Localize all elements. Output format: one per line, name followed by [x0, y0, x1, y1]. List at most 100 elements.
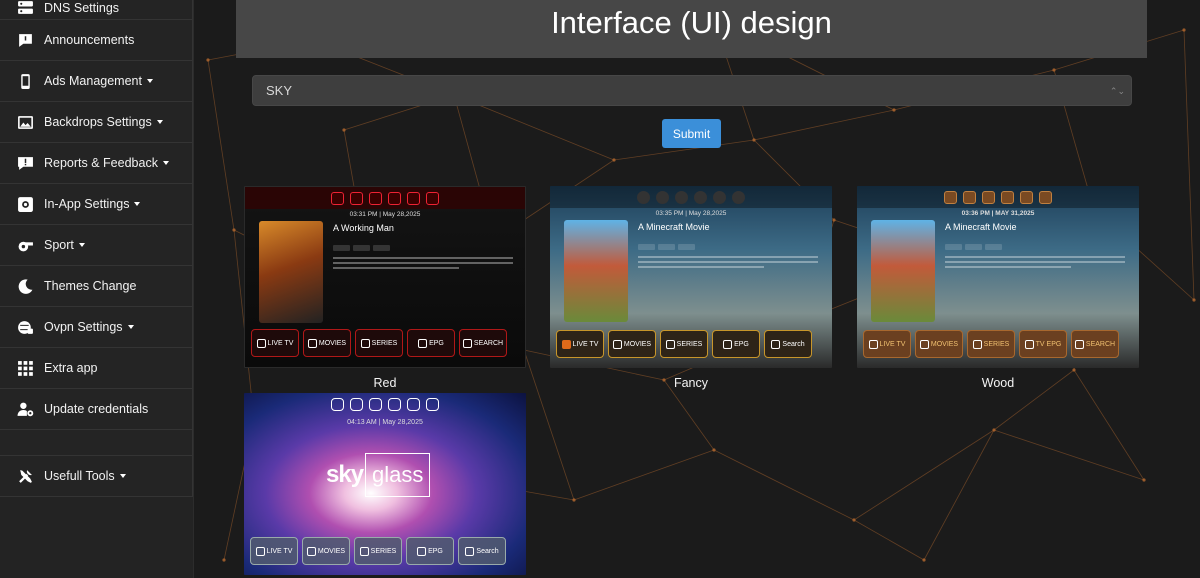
preview-top-icons: [857, 186, 1139, 208]
sidebar-item-label: Update credentials: [44, 402, 149, 416]
theme-label: Wood: [981, 376, 1015, 390]
theme-card-wood[interactable]: 03:36 PM | MAY 31,2025 A Minecraft Movie…: [857, 186, 1139, 390]
sidebar-item-label: In-App Settings: [44, 197, 130, 211]
sidebar-item-announcements[interactable]: Announcements: [0, 20, 193, 61]
app-settings-icon: [16, 195, 34, 213]
chevron-down-icon: [127, 325, 134, 329]
sidebar-divider: [0, 430, 193, 456]
preview-poster: [259, 221, 323, 323]
submit-button[interactable]: Submit: [662, 119, 721, 148]
network-node: [612, 158, 616, 162]
chevron-updown-icon: ⌃⌄: [1109, 86, 1125, 96]
network-node: [992, 428, 996, 432]
theme-preview-sky[interactable]: 04:13 AM | May 28,2025 sky glass LIVE TV…: [244, 393, 526, 575]
network-node: [1192, 298, 1196, 302]
whistle-icon: [16, 236, 34, 254]
chevron-down-icon: [119, 474, 126, 478]
preview-tags: [638, 244, 695, 250]
sidebar-item-ads-management[interactable]: Ads Management: [0, 61, 193, 102]
sidebar-item-reports-feedback[interactable]: Reports & Feedback: [0, 143, 193, 184]
preview-btn-movies: MOVIES: [623, 340, 652, 348]
theme-card-sky[interactable]: 04:13 AM | May 28,2025 sky glass LIVE TV…: [244, 393, 526, 575]
preview-clock: 04:13 AM | May 28,2025: [347, 419, 423, 426]
network-node: [1052, 68, 1056, 72]
chevron-down-icon: [146, 79, 153, 83]
sidebar-item-usefull-tools[interactable]: Usefull Tools: [0, 456, 193, 497]
sidebar-item-ovpn-settings[interactable]: Ovpn Settings: [0, 307, 193, 348]
preview-menu-row: LIVE TV MOVIES SERIES TV EPG SEARCH: [863, 330, 1119, 358]
preview-btn-live-tv: LIVE TV: [879, 340, 906, 348]
sidebar-item-label: DNS Settings: [44, 0, 120, 15]
preview-top-icons: [245, 187, 525, 209]
theme-card-fancy[interactable]: 03:35 PM | May 28,2025 A Minecraft Movie…: [550, 186, 832, 390]
chevron-down-icon: [162, 161, 169, 165]
network-line: [663, 379, 715, 451]
theme-select[interactable]: SKY ⌃⌄: [252, 75, 1132, 106]
mobile-icon: [16, 72, 34, 90]
network-line: [753, 109, 895, 141]
preview-btn-movies: MOVIES: [318, 339, 347, 347]
preview-tags: [333, 245, 390, 251]
sidebar-item-in-app-settings[interactable]: In-App Settings: [0, 184, 193, 225]
network-node: [206, 58, 210, 62]
chevron-down-icon: [156, 120, 163, 124]
network-line: [853, 519, 925, 561]
sidebar-item-dns-settings[interactable]: DNS Settings: [0, 0, 193, 20]
page-header: Interface (UI) design: [236, 0, 1147, 58]
sidebar-item-label: Reports & Feedback: [44, 156, 158, 170]
network-node: [922, 558, 926, 562]
sidebar-item-label: Ads Management: [44, 74, 142, 88]
preview-btn-search: Search: [782, 340, 805, 348]
preview-clock: 03:31 PM | May 28,2025: [349, 211, 421, 218]
sidebar-item-themes-change[interactable]: Themes Change: [0, 266, 193, 307]
sidebar-item-label: Sport: [44, 238, 74, 252]
network-line: [1183, 29, 1195, 301]
moon-icon: [16, 277, 34, 295]
network-line: [923, 429, 995, 561]
preview-tags: [945, 244, 1002, 250]
network-line: [853, 429, 995, 521]
sidebar-item-extra-app[interactable]: Extra app: [0, 348, 193, 389]
page-title: Interface (UI) design: [551, 5, 832, 40]
theme-select-value: SKY: [266, 83, 293, 98]
theme-card-red[interactable]: 03:31 PM | May 28,2025 A Working Man LIV…: [244, 186, 526, 390]
preview-top-icons: [244, 393, 526, 415]
network-node: [712, 448, 716, 452]
theme-preview-fancy[interactable]: 03:35 PM | May 28,2025 A Minecraft Movie…: [550, 186, 832, 368]
preview-poster: [564, 220, 628, 322]
theme-label: Red: [373, 376, 397, 390]
sidebar-item-sport[interactable]: Sport: [0, 225, 193, 266]
preview-brand-sky: sky: [326, 461, 364, 488]
network-node: [752, 138, 756, 142]
theme-label: Fancy: [673, 376, 709, 390]
server-icon: [16, 0, 34, 17]
chevron-down-icon: [78, 243, 85, 247]
grid-icon: [16, 359, 34, 377]
sidebar-item-update-credentials[interactable]: Update credentials: [0, 389, 193, 430]
preview-menu-row: LIVE TV MOVIES SERIES EPG SEARCH: [251, 329, 507, 357]
network-node: [572, 498, 576, 502]
network-node: [222, 558, 226, 562]
network-line: [207, 59, 235, 231]
preview-btn-live-tv: LIVE TV: [266, 547, 293, 555]
network-node: [852, 518, 856, 522]
sidebar-item-backdrops-settings[interactable]: Backdrops Settings: [0, 102, 193, 143]
preview-menu-row: LIVE TV MOVIES SERIES EPG Search: [556, 330, 812, 358]
preview-movie-title: A Minecraft Movie: [638, 222, 710, 232]
preview-btn-epg: TV EPG: [1035, 340, 1062, 348]
network-line: [573, 449, 715, 501]
preview-btn-epg: EPG: [734, 340, 749, 348]
tools-icon: [16, 467, 34, 485]
network-node: [342, 128, 346, 132]
chevron-down-icon: [134, 202, 141, 206]
preview-btn-series: SERIES: [371, 339, 398, 347]
sidebar-item-label: Announcements: [44, 33, 135, 47]
network-node: [892, 108, 896, 112]
theme-preview-red[interactable]: 03:31 PM | May 28,2025 A Working Man LIV…: [244, 186, 526, 368]
preview-brand-logo: sky glass: [326, 453, 431, 497]
image-icon: [16, 113, 34, 131]
sidebar-item-label: Backdrops Settings: [44, 115, 152, 129]
network-node: [1142, 478, 1146, 482]
preview-description: [638, 256, 818, 271]
theme-preview-wood[interactable]: 03:36 PM | MAY 31,2025 A Minecraft Movie…: [857, 186, 1139, 368]
